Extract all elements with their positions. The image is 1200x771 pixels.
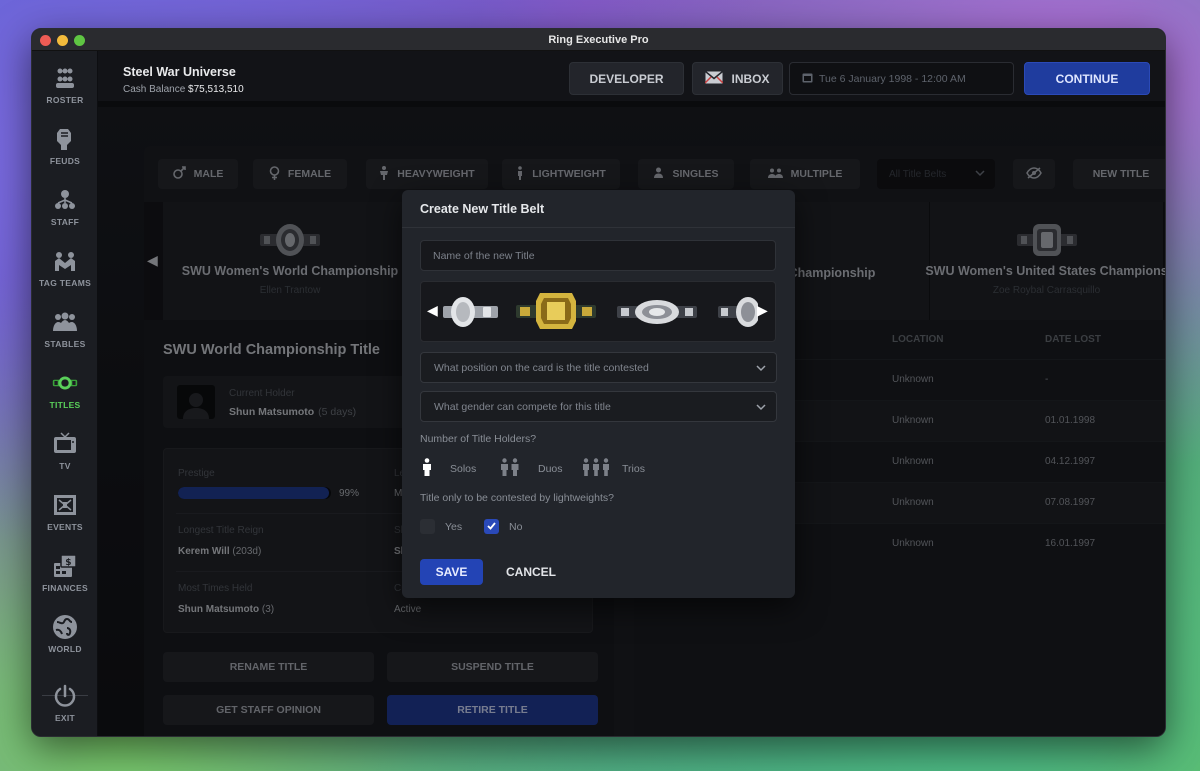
- svg-text:$: $: [65, 558, 72, 568]
- game-date: Tue 6 January 1998 - 12:00 AM: [819, 72, 966, 85]
- sidebar-item-tv[interactable]: TV: [32, 431, 98, 487]
- sidebar-item-stables[interactable]: STABLES: [32, 309, 98, 365]
- gender-select[interactable]: What gender can compete for this title: [420, 391, 777, 422]
- belt-option-icon[interactable]: [617, 294, 697, 330]
- close-window-button[interactable]: [40, 35, 51, 46]
- cancel-button[interactable]: CANCEL: [496, 559, 566, 585]
- staff-icon: [52, 187, 78, 213]
- solo-person-icon: [422, 458, 432, 479]
- card-position-select[interactable]: What position on the card is the title c…: [420, 352, 777, 383]
- chevron-down-icon: [756, 363, 766, 376]
- sidebar-item-events[interactable]: EVENTS: [32, 492, 98, 548]
- lightweight-question: Title only to be contested by lightweigh…: [420, 492, 614, 504]
- belt-option-icon[interactable]: [718, 294, 758, 330]
- sidebar-item-label: WORLD: [48, 644, 82, 654]
- sidebar-item-label: TV: [59, 461, 71, 471]
- sidebar-item-label: STABLES: [44, 339, 86, 349]
- sidebar-item-finances[interactable]: $ FINANCES: [32, 553, 98, 609]
- holders-solos-label: Solos: [450, 462, 477, 475]
- yes-checkbox[interactable]: [420, 519, 435, 534]
- window-controls: [40, 35, 85, 46]
- sidebar-item-titles[interactable]: TITLES: [32, 370, 98, 426]
- envelope-icon: [704, 70, 725, 87]
- belt-prev-button[interactable]: ◀: [427, 302, 438, 319]
- power-icon: [52, 683, 78, 709]
- sidebar-item-label: EXIT: [54, 713, 76, 723]
- duo-people-icon: [500, 458, 520, 479]
- belt-next-button[interactable]: ▶: [757, 302, 768, 319]
- tv-icon: [52, 431, 78, 457]
- chevron-down-icon: [756, 402, 766, 415]
- belt-design-picker: ◀ ▶: [420, 281, 776, 342]
- universe-name: Steel War Universe: [123, 65, 236, 79]
- yes-label: Yes: [445, 520, 463, 533]
- feuds-icon: [52, 126, 78, 152]
- inbox-label: INBOX: [731, 71, 770, 86]
- belt-option-selected-icon[interactable]: [516, 290, 596, 332]
- belt-option-icon[interactable]: [443, 294, 498, 330]
- inbox-button[interactable]: INBOX: [692, 62, 783, 95]
- holders-duos-option[interactable]: Duos: [500, 458, 563, 479]
- title-bar: Ring Executive Pro: [32, 29, 1165, 51]
- gender-select-value: What gender can compete for this title: [434, 400, 611, 413]
- lightweight-yes-option[interactable]: Yes: [420, 519, 462, 534]
- title-name-input[interactable]: [420, 240, 776, 271]
- sidebar-item-label: ROSTER: [46, 95, 84, 105]
- sidebar-item-tag-teams[interactable]: TAG TEAMS: [32, 248, 98, 304]
- trio-people-icon: [582, 458, 610, 479]
- roster-icon: [52, 65, 78, 91]
- stables-icon: [52, 309, 78, 335]
- events-icon: [52, 492, 78, 518]
- sidebar-item-roster[interactable]: ROSTER: [32, 65, 98, 121]
- calendar-icon: [802, 72, 813, 86]
- maximize-window-button[interactable]: [74, 35, 85, 46]
- cash-balance-value: $75,513,510: [188, 84, 244, 95]
- save-button[interactable]: SAVE: [420, 559, 483, 585]
- sidebar-item-label: FEUDS: [49, 156, 81, 166]
- check-icon: [487, 521, 496, 533]
- no-checkbox[interactable]: [484, 519, 499, 534]
- sidebar-item-exit[interactable]: EXIT: [32, 683, 98, 736]
- sidebar-item-label: FINANCES: [42, 583, 88, 593]
- sidebar-item-label: STAFF: [50, 217, 80, 227]
- holders-trios-label: Trios: [622, 462, 645, 475]
- holders-label: Number of Title Holders?: [420, 433, 537, 445]
- tag-teams-icon: [52, 248, 78, 274]
- header: Steel War Universe Cash Balance $75,513,…: [98, 51, 1165, 107]
- cash-balance: Cash Balance $75,513,510: [123, 84, 244, 95]
- sidebar-item-world[interactable]: WORLD: [32, 614, 98, 670]
- developer-button[interactable]: DEVELOPER: [569, 62, 684, 95]
- holders-trios-option[interactable]: Trios: [582, 458, 645, 479]
- sidebar: ROSTER FEUDS STAFF TAG TEAMS STABLES TIT…: [32, 51, 98, 736]
- continue-label: CONTINUE: [1055, 71, 1119, 86]
- continue-button[interactable]: CONTINUE: [1024, 62, 1150, 95]
- window-title: Ring Executive Pro: [548, 33, 649, 46]
- create-title-dialog: Create New Title Belt ◀ ▶ What position …: [402, 190, 795, 598]
- developer-label: DEVELOPER: [589, 71, 664, 86]
- lightweight-no-option[interactable]: No: [484, 519, 522, 534]
- world-icon: [52, 614, 78, 640]
- sidebar-item-label: TITLES: [49, 400, 81, 410]
- finances-icon: $: [52, 553, 78, 579]
- holders-solos-option[interactable]: Solos: [422, 458, 476, 479]
- no-label: No: [509, 520, 523, 533]
- cash-balance-label: Cash Balance: [123, 84, 186, 95]
- titles-icon: [52, 370, 78, 396]
- sidebar-item-staff[interactable]: STAFF: [32, 187, 98, 243]
- game-date-display: Tue 6 January 1998 - 12:00 AM: [789, 62, 1014, 95]
- carousel-next-button[interactable]: ▶: [1165, 252, 1166, 269]
- minimize-window-button[interactable]: [57, 35, 68, 46]
- holders-duos-label: Duos: [538, 462, 563, 475]
- sidebar-item-label: TAG TEAMS: [38, 278, 92, 288]
- sidebar-item-feuds[interactable]: FEUDS: [32, 126, 98, 182]
- dialog-title: Create New Title Belt: [402, 190, 795, 228]
- card-position-select-value: What position on the card is the title c…: [434, 361, 649, 374]
- sidebar-item-label: EVENTS: [47, 522, 83, 532]
